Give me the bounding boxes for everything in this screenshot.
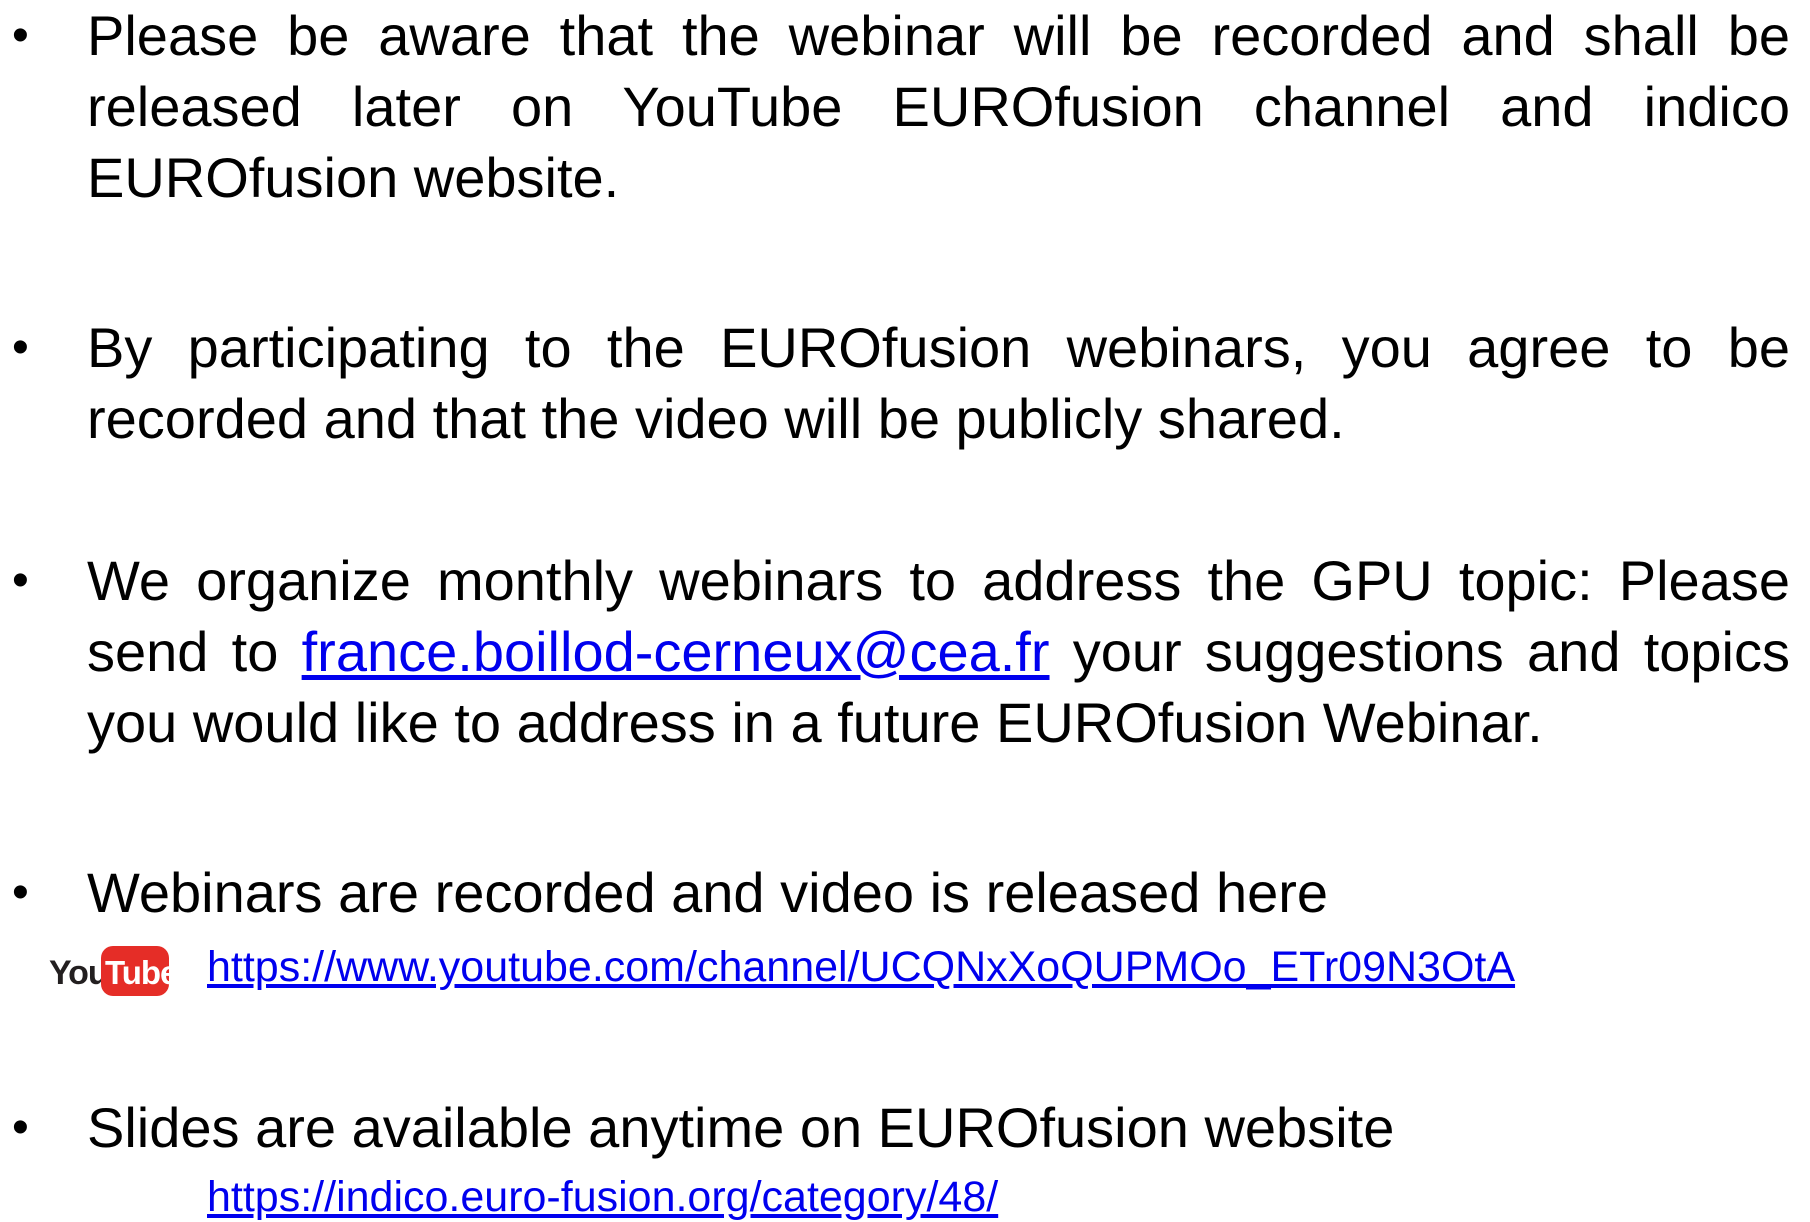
bullet-marker: • <box>12 321 29 374</box>
bullet-marker: • <box>12 1101 29 1154</box>
bullet-marker: • <box>12 866 29 919</box>
bullet-marker: • <box>12 554 29 607</box>
email-link[interactable]: france.boillod-cerneux@cea.fr <box>302 620 1050 683</box>
youtube-link-row: You Tube https://www.youtube.com/channel… <box>47 940 1747 1000</box>
bullet-marker: • <box>12 9 29 62</box>
bullet-text: Please be aware that the webinar will be… <box>87 4 1790 209</box>
bullet-text: Slides are available anytime on EUROfusi… <box>87 1096 1395 1159</box>
youtube-logo-icon: You Tube <box>49 946 171 996</box>
youtube-channel-link[interactable]: https://www.youtube.com/channel/UCQNxXoQ… <box>207 942 1515 992</box>
youtube-logo-tube: Tube <box>105 954 171 991</box>
bullet-text: By participating to the EUROfusion webin… <box>87 316 1790 450</box>
youtube-logo-you: You <box>49 954 108 992</box>
bullet-text: Webinars are recorded and video is relea… <box>87 861 1329 924</box>
bullet-text: We organize monthly webinars to address … <box>87 545 1790 758</box>
